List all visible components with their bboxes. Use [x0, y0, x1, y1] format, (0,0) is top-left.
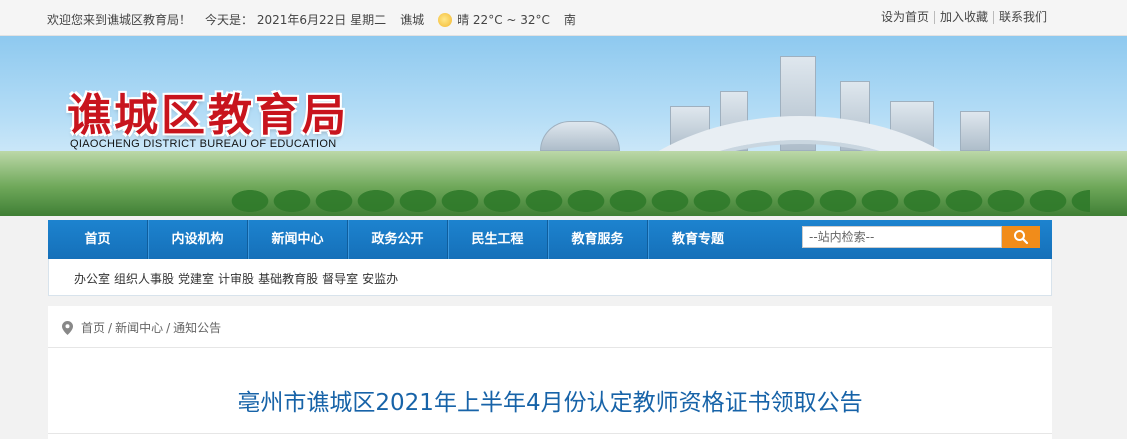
main-nav: 首页 内设机构 新闻中心 政务公开 民生工程 教育服务 教育专题 [48, 220, 1052, 259]
top-links: 设为首页 加入收藏 联系我们 [876, 11, 1052, 24]
breadcrumb-separator: / [108, 320, 113, 335]
wind-text: 南风 [563, 13, 576, 27]
breadcrumb-divider [48, 347, 1052, 348]
set-homepage-link[interactable]: 设为首页 [876, 11, 934, 24]
breadcrumb-news[interactable]: 新闻中心 [115, 319, 163, 336]
weather-widget: 晴 22°C ~ 32°C 南风 [438, 11, 590, 28]
subnav-item-safety[interactable]: 安监办 [362, 270, 398, 287]
nav-item-departments[interactable]: 内设机构 [148, 220, 248, 259]
contact-us-link[interactable]: 联系我们 [992, 11, 1052, 24]
breadcrumb-separator: / [166, 320, 171, 335]
sun-icon [438, 12, 453, 27]
nav-item-home[interactable]: 首页 [48, 220, 148, 259]
title-divider [48, 433, 1052, 434]
breadcrumb: 首页 / 新闻中心 / 通知公告 [62, 319, 221, 336]
subnav-item-audit[interactable]: 计审股 [218, 270, 254, 287]
nav-item-news[interactable]: 新闻中心 [248, 220, 348, 259]
search-icon [1014, 230, 1029, 245]
breadcrumb-home[interactable]: 首页 [81, 319, 105, 336]
site-logo-subtitle: QIAOCHENG DISTRICT BUREAU OF EDUCATION [70, 138, 337, 150]
site-logo-title[interactable]: 谯城区教育局 [67, 79, 349, 143]
content-panel: 首页 / 新闻中心 / 通知公告 亳州市谯城区2021年上半年4月份认定教师资格… [48, 306, 1052, 439]
subnav-item-office[interactable]: 办公室 [74, 270, 110, 287]
nav-item-government-affairs[interactable]: 政务公开 [348, 220, 448, 259]
city-text: 谯城 [400, 13, 425, 27]
banner-trees [230, 161, 1090, 216]
site-search [802, 226, 1040, 248]
nav-item-education-services[interactable]: 教育服务 [548, 220, 648, 259]
top-info: 欢迎您来到谯城区教育局！ 今天是： 2021年6月22日 星期二 谯城 晴 22… [47, 11, 604, 28]
nav-item-education-topics[interactable]: 教育专题 [648, 220, 748, 259]
search-button[interactable] [1002, 226, 1040, 248]
top-bar: 欢迎您来到谯城区教育局！ 今天是： 2021年6月22日 星期二 谯城 晴 22… [0, 0, 1127, 36]
search-input[interactable] [802, 226, 1002, 248]
weather-text: 晴 22°C ~ 32°C [457, 13, 550, 27]
date-text: 今天是： 2021年6月22日 星期二 [205, 13, 387, 27]
location-pin-icon [62, 320, 73, 335]
subnav-item-personnel[interactable]: 组织人事股 [114, 270, 174, 287]
department-subnav: 办公室 组织人事股 党建室 计审股 基础教育股 督导室 安监办 [48, 259, 1052, 296]
add-favorite-link[interactable]: 加入收藏 [933, 11, 993, 24]
subnav-item-party-building[interactable]: 党建室 [178, 270, 214, 287]
article-title: 亳州市谯城区2021年上半年4月份认定教师资格证书领取公告 [237, 390, 863, 416]
subnav-item-basic-education[interactable]: 基础教育股 [258, 270, 318, 287]
breadcrumb-notices[interactable]: 通知公告 [173, 319, 221, 336]
subnav-item-supervision[interactable]: 督导室 [322, 270, 358, 287]
welcome-text: 欢迎您来到谯城区教育局！ [47, 13, 192, 27]
nav-item-livelihood[interactable]: 民生工程 [448, 220, 548, 259]
header-banner: 谯城区教育局 QIAOCHENG DISTRICT BUREAU OF EDUC… [0, 36, 1127, 216]
